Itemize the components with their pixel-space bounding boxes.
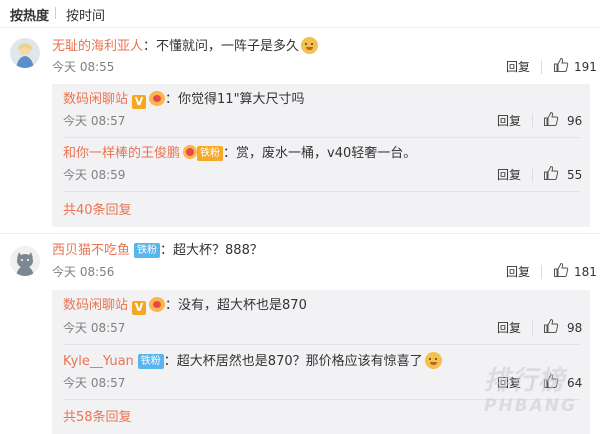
- reply-time: 今天 08:57: [63, 376, 126, 390]
- reply-username[interactable]: 数码闲聊站: [63, 298, 128, 313]
- reply-time: 今天 08:57: [63, 114, 126, 128]
- reply-time: 今天 08:59: [63, 168, 126, 182]
- reply-username[interactable]: Kyle__Yuan: [63, 354, 134, 369]
- like-count: 55: [567, 168, 583, 182]
- like-count: 191: [574, 60, 597, 74]
- like-divider: [541, 60, 542, 74]
- header-divider: [0, 27, 600, 28]
- reply-button[interactable]: 回复: [506, 264, 530, 280]
- reply-username[interactable]: 数码闲聊站: [63, 92, 128, 107]
- comment-username[interactable]: 西贝猫不吃鱼: [52, 243, 130, 258]
- comment-text: 不懂就问，一阵子是多久: [156, 39, 300, 54]
- view-more-replies-link[interactable]: 共40条回复: [63, 202, 132, 220]
- verified-v-icon: V: [132, 301, 147, 315]
- view-more-replies-link[interactable]: 共58条回复: [63, 409, 132, 427]
- like-divider: [532, 376, 533, 390]
- reply-username[interactable]: 和你一样棒的王俊鹏: [63, 146, 180, 161]
- thumbs-up-icon[interactable]: [553, 262, 569, 278]
- sort-divider: [55, 7, 56, 19]
- reply-text: 没有，超大杯也是870: [178, 298, 307, 313]
- reply-time: 今天 08:57: [63, 321, 126, 335]
- like-divider: [532, 321, 533, 335]
- reply-line: 数码闲聊站 V ：你觉得11"算大尺寸吗: [63, 91, 305, 109]
- like-divider: [532, 168, 533, 182]
- like-divider: [532, 114, 533, 128]
- medal-icon: [149, 297, 166, 312]
- comment-text: 超大杯？888？: [173, 243, 263, 258]
- doge-emoji-icon: [424, 352, 442, 369]
- comment-username[interactable]: 无耻的海利亚人: [52, 39, 143, 54]
- comment-divider: [0, 233, 600, 234]
- fan-badge: 铁粉: [197, 146, 224, 161]
- thumbs-up-icon[interactable]: [543, 373, 559, 389]
- like-count: 181: [574, 265, 597, 279]
- fan-badge: 铁粉: [134, 243, 161, 258]
- comment-line: 西贝猫不吃鱼 铁粉 ：超大杯？888？: [52, 243, 263, 258]
- verified-v-icon: V: [132, 95, 147, 109]
- sort-by-time-tab[interactable]: 按时间: [66, 5, 105, 24]
- avatar[interactable]: [10, 246, 40, 276]
- like-divider: [541, 265, 542, 279]
- reply-line: Kyle__Yuan 铁粉 ：超大杯居然也是870？那价格应该有惊喜了: [63, 352, 442, 371]
- like-count: 64: [567, 376, 583, 390]
- comment-line: 无耻的海利亚人：不懂就问，一阵子是多久: [52, 37, 319, 56]
- comment-time: 今天 08:55: [52, 60, 115, 74]
- like-count: 96: [567, 114, 583, 128]
- reply-text: 超大杯居然也是870？那价格应该有惊喜了: [176, 354, 423, 369]
- medal-icon: [183, 145, 198, 159]
- reply-divider: [63, 137, 580, 138]
- comment-time: 今天 08:56: [52, 265, 115, 279]
- reply-line: 数码闲聊站 V ：没有，超大杯也是870: [63, 297, 307, 315]
- doge-emoji-icon: [301, 37, 319, 54]
- medal-icon: [149, 91, 166, 106]
- thumbs-up-icon[interactable]: [543, 111, 559, 127]
- reply-line: 和你一样棒的王俊鹏 铁粉 ：赏，废水一桶，v40轻奢一台。: [63, 145, 417, 161]
- reply-button[interactable]: 回复: [497, 320, 521, 336]
- fan-badge: 铁粉: [137, 354, 164, 369]
- avatar[interactable]: [10, 38, 40, 68]
- reply-button[interactable]: 回复: [506, 59, 530, 75]
- reply-button[interactable]: 回复: [497, 113, 521, 129]
- reply-divider: [63, 344, 580, 345]
- reply-text: 你觉得11"算大尺寸吗: [178, 92, 305, 107]
- thumbs-up-icon[interactable]: [543, 318, 559, 334]
- reply-button[interactable]: 回复: [497, 375, 521, 391]
- reply-divider: [63, 191, 580, 192]
- reply-text: 赏，废水一桶，v40轻奢一台。: [236, 146, 417, 161]
- reply-button[interactable]: 回复: [497, 167, 521, 183]
- like-count: 98: [567, 321, 583, 335]
- reply-divider: [63, 399, 580, 400]
- thumbs-up-icon[interactable]: [543, 165, 559, 181]
- thumbs-up-icon[interactable]: [553, 57, 569, 73]
- sort-by-hot-tab[interactable]: 按热度: [10, 5, 49, 24]
